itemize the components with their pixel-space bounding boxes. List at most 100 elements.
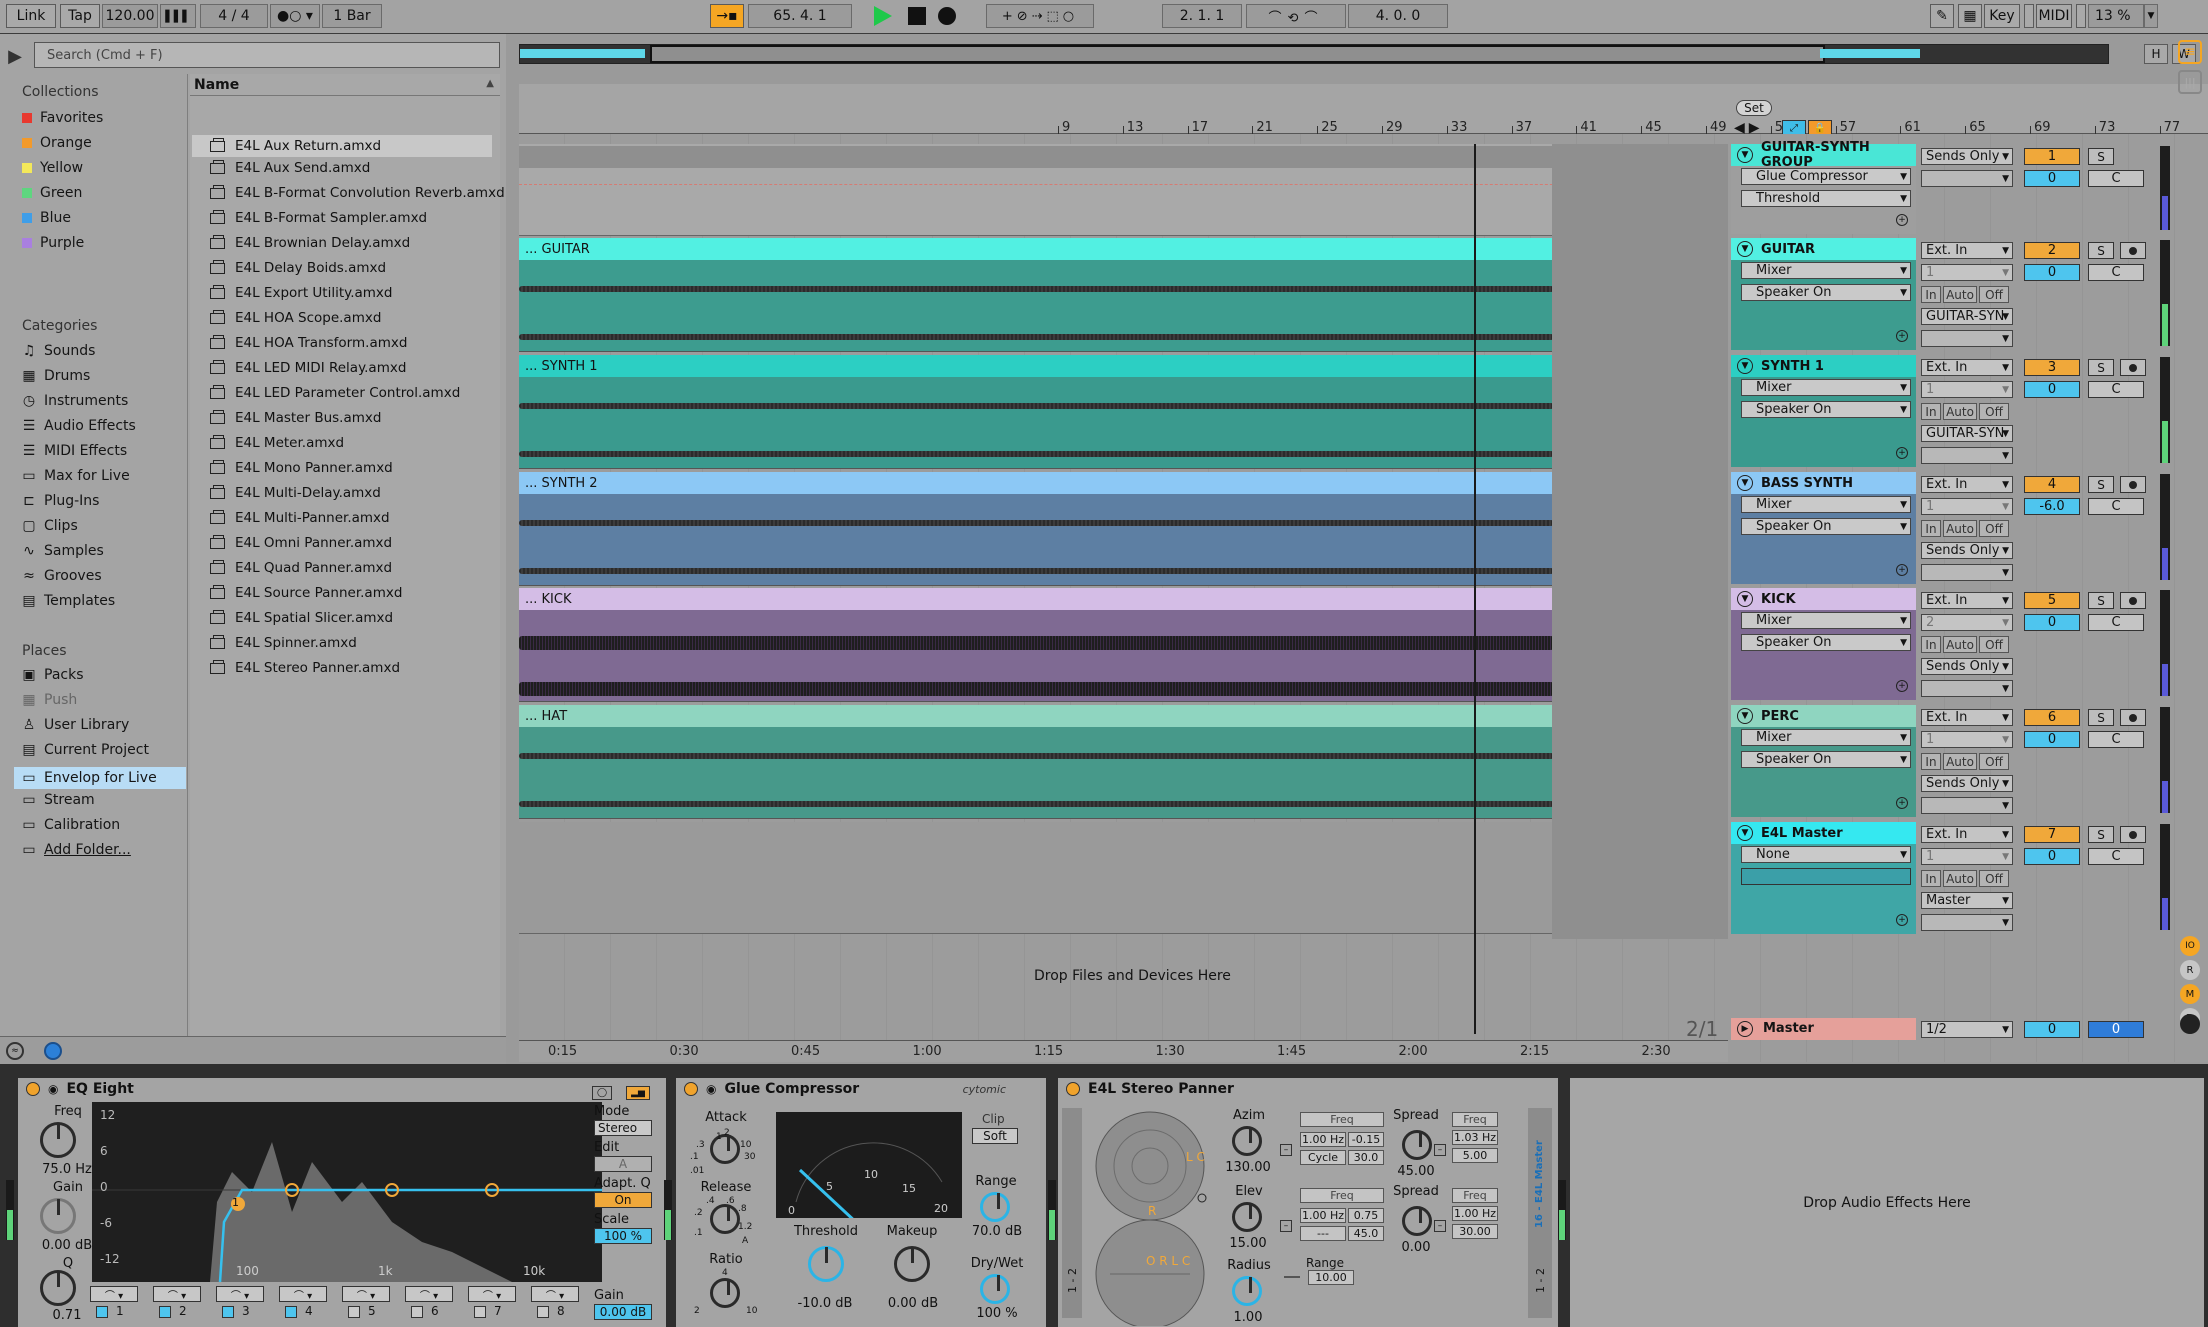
input-channel-select[interactable]: 1 — [1921, 731, 2013, 748]
parameter-chooser[interactable]: Speaker On — [1741, 634, 1911, 651]
sfreq-1b-field[interactable]: 5.00 — [1452, 1148, 1498, 1163]
fold-icon[interactable]: ◉ — [706, 1082, 716, 1096]
scale-field[interactable]: 100 % — [594, 1228, 652, 1244]
device-chooser[interactable]: None — [1741, 846, 1911, 863]
arm-icon[interactable] — [2120, 359, 2146, 376]
io-toggle-icon[interactable]: IO — [2180, 936, 2200, 956]
monitor-off-button[interactable]: Off — [1979, 403, 2009, 420]
device-chooser[interactable]: Mixer — [1741, 729, 1911, 746]
freq-2d-field[interactable]: 45.0 — [1348, 1226, 1384, 1241]
drywet-knob[interactable] — [980, 1274, 1010, 1304]
fold-icon[interactable]: ◉ — [48, 1082, 58, 1096]
device-on-icon[interactable] — [26, 1082, 40, 1096]
monitor-off-button[interactable]: Off — [1979, 870, 2009, 887]
collection-item[interactable]: Yellow — [22, 160, 83, 176]
output-select[interactable]: GUITAR-SYN — [1921, 425, 2013, 442]
attack-knob[interactable] — [710, 1134, 740, 1164]
band-enable-checkbox[interactable] — [159, 1306, 171, 1318]
file-item[interactable]: E4L Master Bus.amxd — [210, 409, 381, 426]
input-type-select[interactable]: Ext. In — [1921, 709, 2013, 726]
range-knob[interactable] — [980, 1192, 1010, 1222]
track-activator[interactable]: 6 — [2024, 709, 2080, 726]
position-field[interactable]: 65. 4. 1 — [748, 4, 852, 28]
category-item[interactable]: ▢ Clips — [22, 518, 77, 534]
track-activator[interactable]: 4 — [2024, 476, 2080, 493]
category-item[interactable]: ◷ Instruments — [22, 393, 128, 409]
monitor-in-button[interactable]: In — [1921, 753, 1941, 770]
freq-1-field[interactable]: 1.00 Hz — [1300, 1132, 1346, 1147]
freq-2c-field[interactable]: --- — [1300, 1226, 1346, 1241]
monitor-auto-button[interactable]: Auto — [1943, 753, 1977, 770]
add-lane-icon[interactable]: + — [1896, 564, 1908, 576]
track-title-bar[interactable]: ▼ BASS SYNTH — [1731, 472, 1916, 494]
fold-icon[interactable]: ▼ — [1737, 358, 1753, 374]
audio-clip[interactable] — [519, 494, 1554, 586]
fold-icon[interactable]: ▼ — [1737, 591, 1753, 607]
loop-length-field[interactable]: 4. 0. 0 — [1348, 4, 1448, 28]
sfreq-1-field[interactable]: 1.03 Hz — [1452, 1130, 1498, 1145]
input-type-select[interactable]: Ext. In — [1921, 826, 2013, 843]
device-chooser[interactable]: Mixer — [1741, 496, 1911, 513]
input-type-select[interactable]: Ext. In — [1921, 359, 2013, 376]
record-icon[interactable] — [938, 7, 956, 25]
band-enable-checkbox[interactable] — [285, 1306, 297, 1318]
monitor-off-button[interactable]: Off — [1979, 520, 2009, 537]
release-knob[interactable] — [710, 1204, 740, 1234]
clip-header[interactable]: ... SYNTH 1 — [519, 355, 1554, 377]
places-item[interactable]: ▭ Add Folder... — [22, 842, 131, 858]
empty-io[interactable] — [1921, 330, 2013, 347]
search-input[interactable]: Search (Cmd + F) — [34, 42, 500, 68]
add-lane-icon[interactable]: + — [1896, 914, 1908, 926]
filter-type-select[interactable]: ⌒ ▾ — [531, 1286, 579, 1302]
track-volume[interactable]: 0 — [2024, 848, 2080, 865]
track-header[interactable]: ▼ SYNTH 1 Mixer Speaker On + — [1731, 355, 1916, 467]
radius-knob[interactable] — [1232, 1276, 1262, 1306]
collection-item[interactable]: Favorites — [22, 110, 103, 126]
spectrum-icon[interactable]: ▂▅ — [626, 1086, 650, 1100]
track-volume[interactable]: -6.0 — [2024, 498, 2080, 515]
track-header[interactable]: ▼ BASS SYNTH Mixer Speaker On + — [1731, 472, 1916, 584]
track-title-bar[interactable]: ▼ E4L Master — [1731, 822, 1916, 844]
file-item[interactable]: E4L Mono Panner.amxd — [210, 459, 393, 476]
track-header[interactable]: ▼ KICK Mixer Speaker On + — [1731, 588, 1916, 700]
track-activator[interactable]: 5 — [2024, 592, 2080, 609]
category-item[interactable]: ∿ Samples — [22, 543, 104, 559]
device-chooser[interactable]: Mixer — [1741, 379, 1911, 396]
track-activator[interactable]: 3 — [2024, 359, 2080, 376]
returns-toggle-icon[interactable]: R — [2180, 960, 2200, 980]
computer-keyboard-icon[interactable]: ▦ — [1958, 4, 1982, 28]
sfreq-2b-field[interactable]: 30.00 — [1452, 1224, 1498, 1239]
file-item[interactable]: E4L Aux Send.amxd — [210, 159, 370, 176]
add-lane-icon[interactable]: + — [1896, 214, 1908, 226]
track-header[interactable]: ▼ GUITAR-SYNTH GROUPGlue Compressor Thresh… — [1731, 140, 1916, 234]
parameter-chooser[interactable]: Speaker On — [1741, 751, 1911, 768]
clip-header[interactable]: ... HAT — [519, 705, 1554, 727]
audio-clip[interactable] — [519, 377, 1554, 469]
places-item[interactable]: ▭ Calibration — [22, 817, 120, 833]
draw-mode-icon[interactable]: ✎ — [1930, 4, 1954, 28]
monitor-auto-button[interactable]: Auto — [1943, 403, 1977, 420]
track-volume[interactable]: 0 — [2024, 170, 2080, 187]
track-header[interactable]: ▼ E4L Master None + — [1731, 822, 1916, 934]
edit-button[interactable]: A — [594, 1156, 652, 1172]
midi-map-button[interactable]: MIDI — [2036, 4, 2072, 28]
track-volume[interactable]: 0 — [2024, 614, 2080, 631]
track-title-bar[interactable]: ▼ GUITAR — [1731, 238, 1916, 260]
monitor-auto-button[interactable]: Auto — [1943, 286, 1977, 303]
track-pan[interactable]: C — [2088, 731, 2144, 748]
file-item[interactable]: E4L Multi-Panner.amxd — [210, 509, 390, 526]
set-locator-button[interactable]: Set — [1736, 100, 1772, 116]
collection-item[interactable]: Green — [22, 185, 82, 201]
master-output-select[interactable]: 1/2 — [1921, 1021, 2013, 1038]
file-item[interactable]: E4L Aux Return.amxd — [192, 135, 492, 157]
monitor-in-button[interactable]: In — [1921, 403, 1941, 420]
file-item[interactable]: E4L B-Format Convolution Reverb.amxd — [210, 184, 505, 201]
output-select[interactable]: Sends Only — [1921, 775, 2013, 792]
ratio-knob[interactable] — [710, 1278, 740, 1308]
solo-button[interactable]: S — [2088, 826, 2114, 843]
places-item[interactable]: ▤ Current Project — [22, 742, 149, 758]
monitor-auto-button[interactable]: Auto — [1943, 636, 1977, 653]
solo-button[interactable]: S — [2088, 242, 2114, 259]
parameter-chooser[interactable]: Speaker On — [1741, 401, 1911, 418]
file-item[interactable]: E4L Brownian Delay.amxd — [210, 234, 410, 251]
